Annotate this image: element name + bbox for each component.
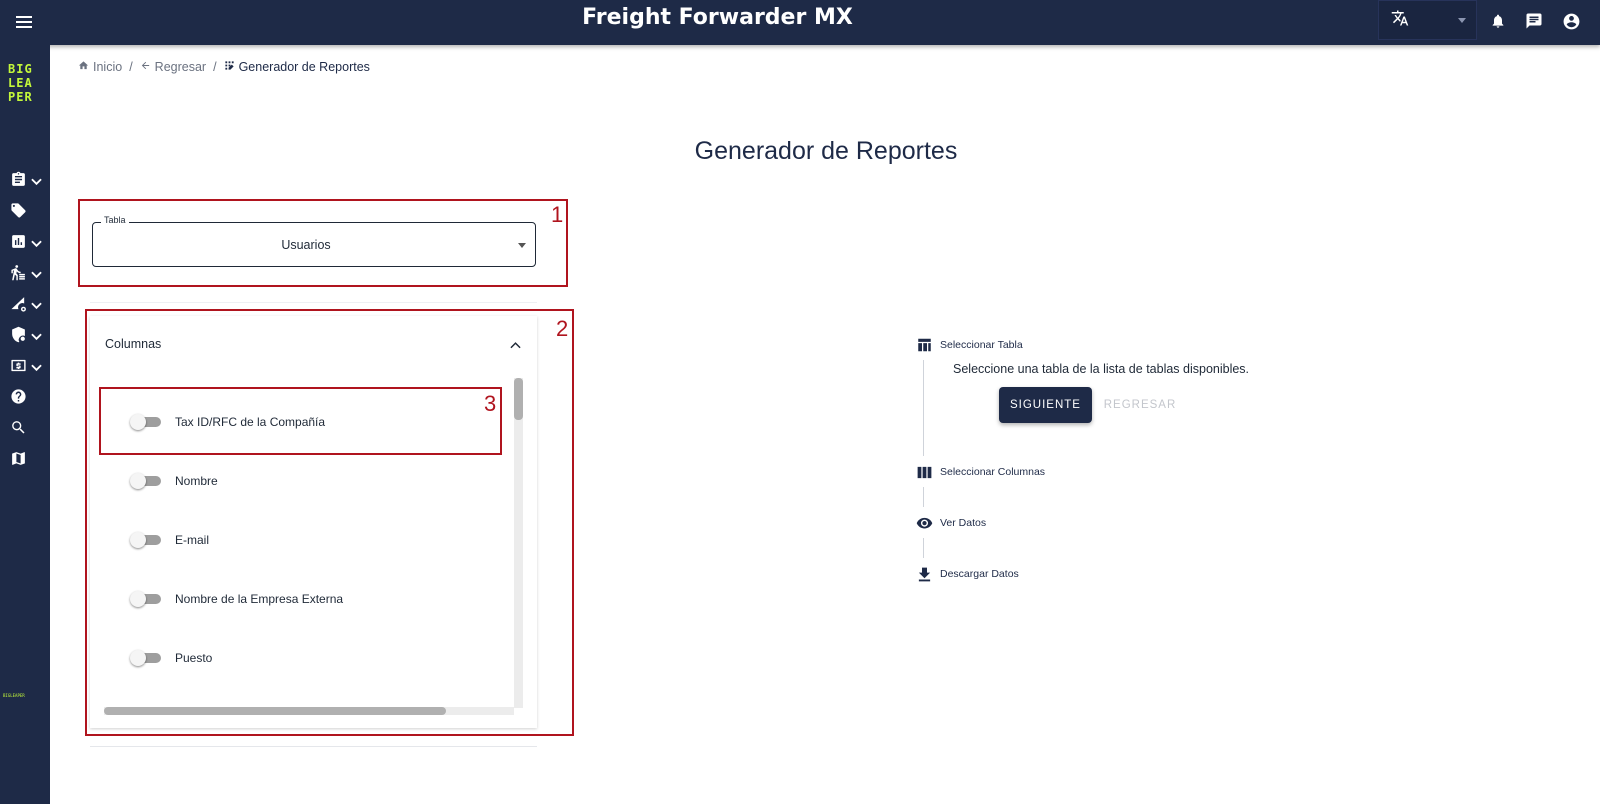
logo-line: BIG [8,62,33,76]
annotation-box-3 [99,387,502,455]
chevron-down-icon [31,266,42,284]
clipboard-icon [10,171,27,193]
divider [90,302,537,303]
next-button[interactable]: SIGUIENTE [999,387,1092,423]
sidebar-item-clipboard[interactable] [10,171,44,193]
sidebar-item-reports[interactable] [10,233,44,255]
back-button[interactable]: REGRESAR [1099,387,1181,423]
sidebar-item-map[interactable] [10,450,44,472]
table-icon [915,336,933,354]
page-title: Generador de Reportes [694,137,958,165]
step-connector [923,360,924,456]
sidebar-item-security[interactable] [10,326,44,348]
annotation-box-2 [85,309,574,736]
step-select-columns: Seleccionar Columnas [915,463,1045,481]
breadcrumb-separator: / [213,60,217,74]
annotation-number-3: 3 [484,391,497,416]
chevron-down-icon [31,297,42,315]
home-icon [78,60,89,74]
sidebar-item-shipping-settings[interactable] [10,295,44,317]
help-icon [10,388,27,410]
columns-icon [915,463,933,481]
map-icon [10,450,27,472]
step-label: Ver Datos [940,517,987,529]
arrow-left-icon [140,60,151,74]
bell-icon[interactable] [1487,10,1509,32]
breadcrumb-current: Generador de Reportes [224,60,370,74]
sidebar-item-search[interactable] [10,419,44,441]
chevron-down-icon [1458,18,1466,23]
sidebar-item-billing[interactable] [10,357,44,379]
logo-line: LEA [8,76,33,90]
breadcrumb-home[interactable]: Inicio [78,60,122,74]
tag-icon [10,202,27,224]
logo-line: PER [8,90,33,104]
sidebar-item-tags[interactable] [10,202,44,224]
divider [90,746,537,747]
breadcrumb-separator: / [129,60,133,74]
eye-icon [915,514,933,532]
annotation-number-2: 2 [556,316,569,341]
breadcrumb-back[interactable]: Regresar [140,60,206,74]
download-icon [915,565,933,583]
report-generator-icon [224,60,235,74]
account-circle-icon[interactable] [1560,10,1582,32]
shipping-settings-icon [10,295,27,317]
language-select[interactable] [1378,0,1477,40]
table-select-label: Tabla [101,215,129,225]
step-description: Seleccione una tabla de la lista de tabl… [953,362,1250,376]
money-icon [10,357,27,379]
chevron-down-icon [31,173,42,191]
step-download-data: Descargar Datos [915,565,1019,583]
step-label: Seleccionar Tabla [940,339,1023,351]
step-label: Seleccionar Columnas [940,466,1046,478]
search-icon [10,419,27,441]
chevron-down-icon [31,235,42,253]
breadcrumb-home-label: Inicio [93,60,123,74]
step-connector [923,487,924,507]
step-view-data: Ver Datos [915,514,986,532]
breadcrumb: Inicio / Regresar / Generador de Reporte… [78,60,370,74]
step-connector [923,538,924,558]
table-select-value: Usuarios [281,238,331,252]
step-select-table: Seleccionar Tabla [915,336,1023,354]
person-walking-icon [10,264,27,286]
chevron-down-icon [518,243,526,248]
annotation-number-1: 1 [551,202,564,227]
breadcrumb-back-label: Regresar [154,60,207,74]
mini-logo: BIGLEAPER [3,693,25,698]
sidebar-item-help[interactable] [10,388,44,410]
bigleaper-logo: BIG LEA PER [8,62,42,104]
sidebar-item-operations[interactable] [10,264,44,286]
translate-icon [1391,9,1409,32]
chevron-down-icon [31,328,42,346]
chevron-down-icon [31,359,42,377]
top-app-bar: Freight Forwarder MX [0,0,1600,45]
app-title: Freight Forwarder MX [582,5,853,30]
step-label: Descargar Datos [940,568,1019,580]
chat-icon[interactable] [1523,10,1545,32]
breadcrumb-current-label: Generador de Reportes [238,60,370,74]
bar-chart-icon [10,233,27,255]
shield-icon [10,326,27,348]
